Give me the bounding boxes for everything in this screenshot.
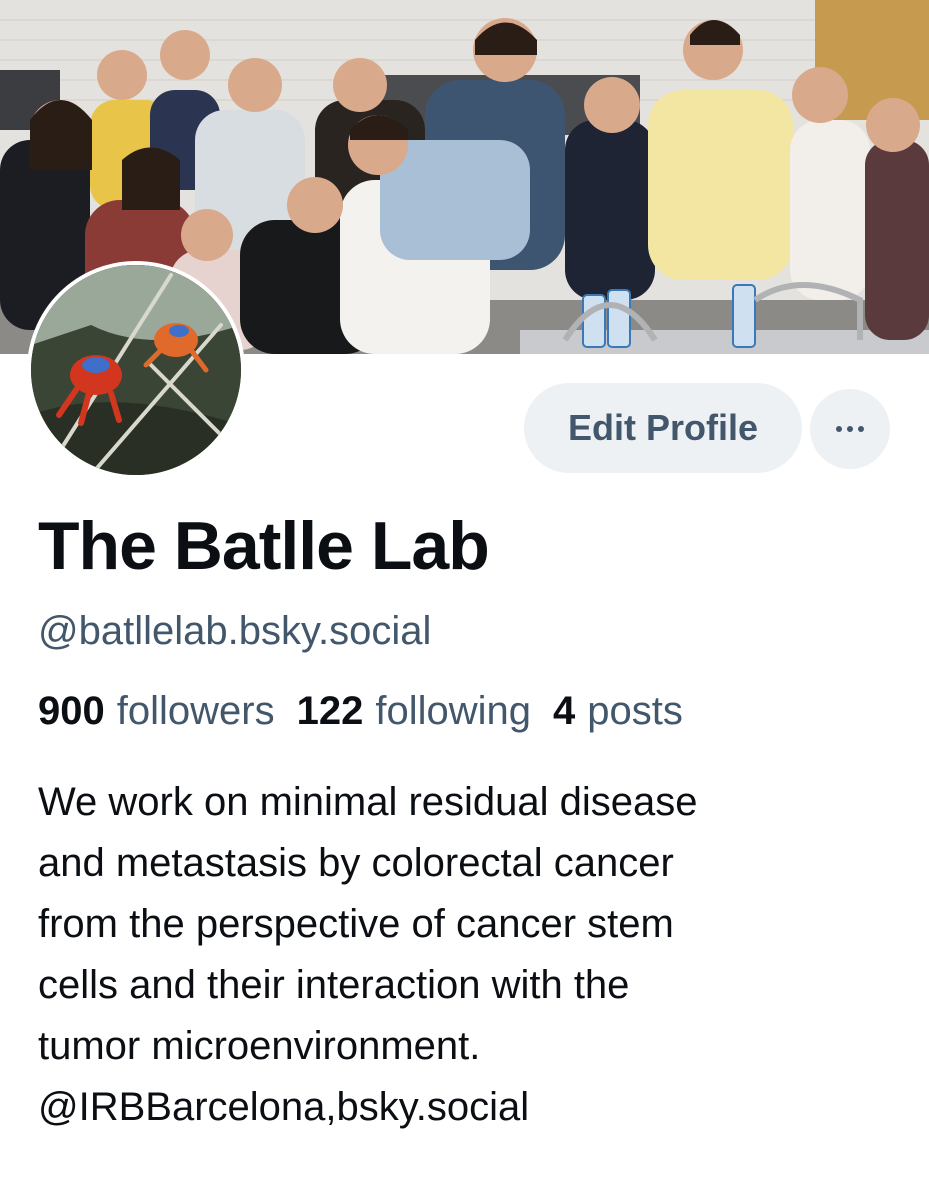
- bio-mention-link[interactable]: @IRBBarcelona,bsky.social: [38, 1077, 898, 1138]
- profile-display-name: The Batlle Lab: [38, 508, 490, 584]
- bio-line: cells and their interaction with the: [38, 963, 630, 1007]
- avatar[interactable]: [27, 261, 245, 479]
- posts-stat: 4 posts: [553, 683, 683, 739]
- more-options-button[interactable]: [810, 389, 890, 469]
- following-label: following: [375, 689, 531, 733]
- edit-profile-label: Edit Profile: [567, 407, 759, 448]
- following-count: 122: [296, 689, 364, 733]
- profile-handle: @batllelab.bsky.social: [38, 609, 432, 653]
- posts-label: posts: [587, 689, 683, 733]
- bio-line: tumor microenvironment.: [38, 1024, 481, 1068]
- posts-count: 4: [553, 689, 576, 733]
- bio-line: and metastasis by colorectal cancer: [38, 841, 674, 885]
- edit-profile-button[interactable]: Edit Profile: [524, 383, 802, 473]
- profile-stats: 900 followers 122 following 4 posts: [38, 683, 683, 739]
- followers-label: followers: [116, 689, 275, 733]
- crab-avatar-image: [31, 265, 241, 475]
- bio-line: from the perspective of cancer stem: [38, 902, 674, 946]
- ellipsis-icon: [836, 426, 864, 432]
- following-stat[interactable]: 122 following: [297, 683, 531, 739]
- followers-count: 900: [38, 689, 105, 733]
- profile-bio: We work on minimal residual disease and …: [38, 772, 898, 1138]
- followers-stat[interactable]: 900 followers: [38, 683, 275, 739]
- bio-line: We work on minimal residual disease: [38, 780, 698, 824]
